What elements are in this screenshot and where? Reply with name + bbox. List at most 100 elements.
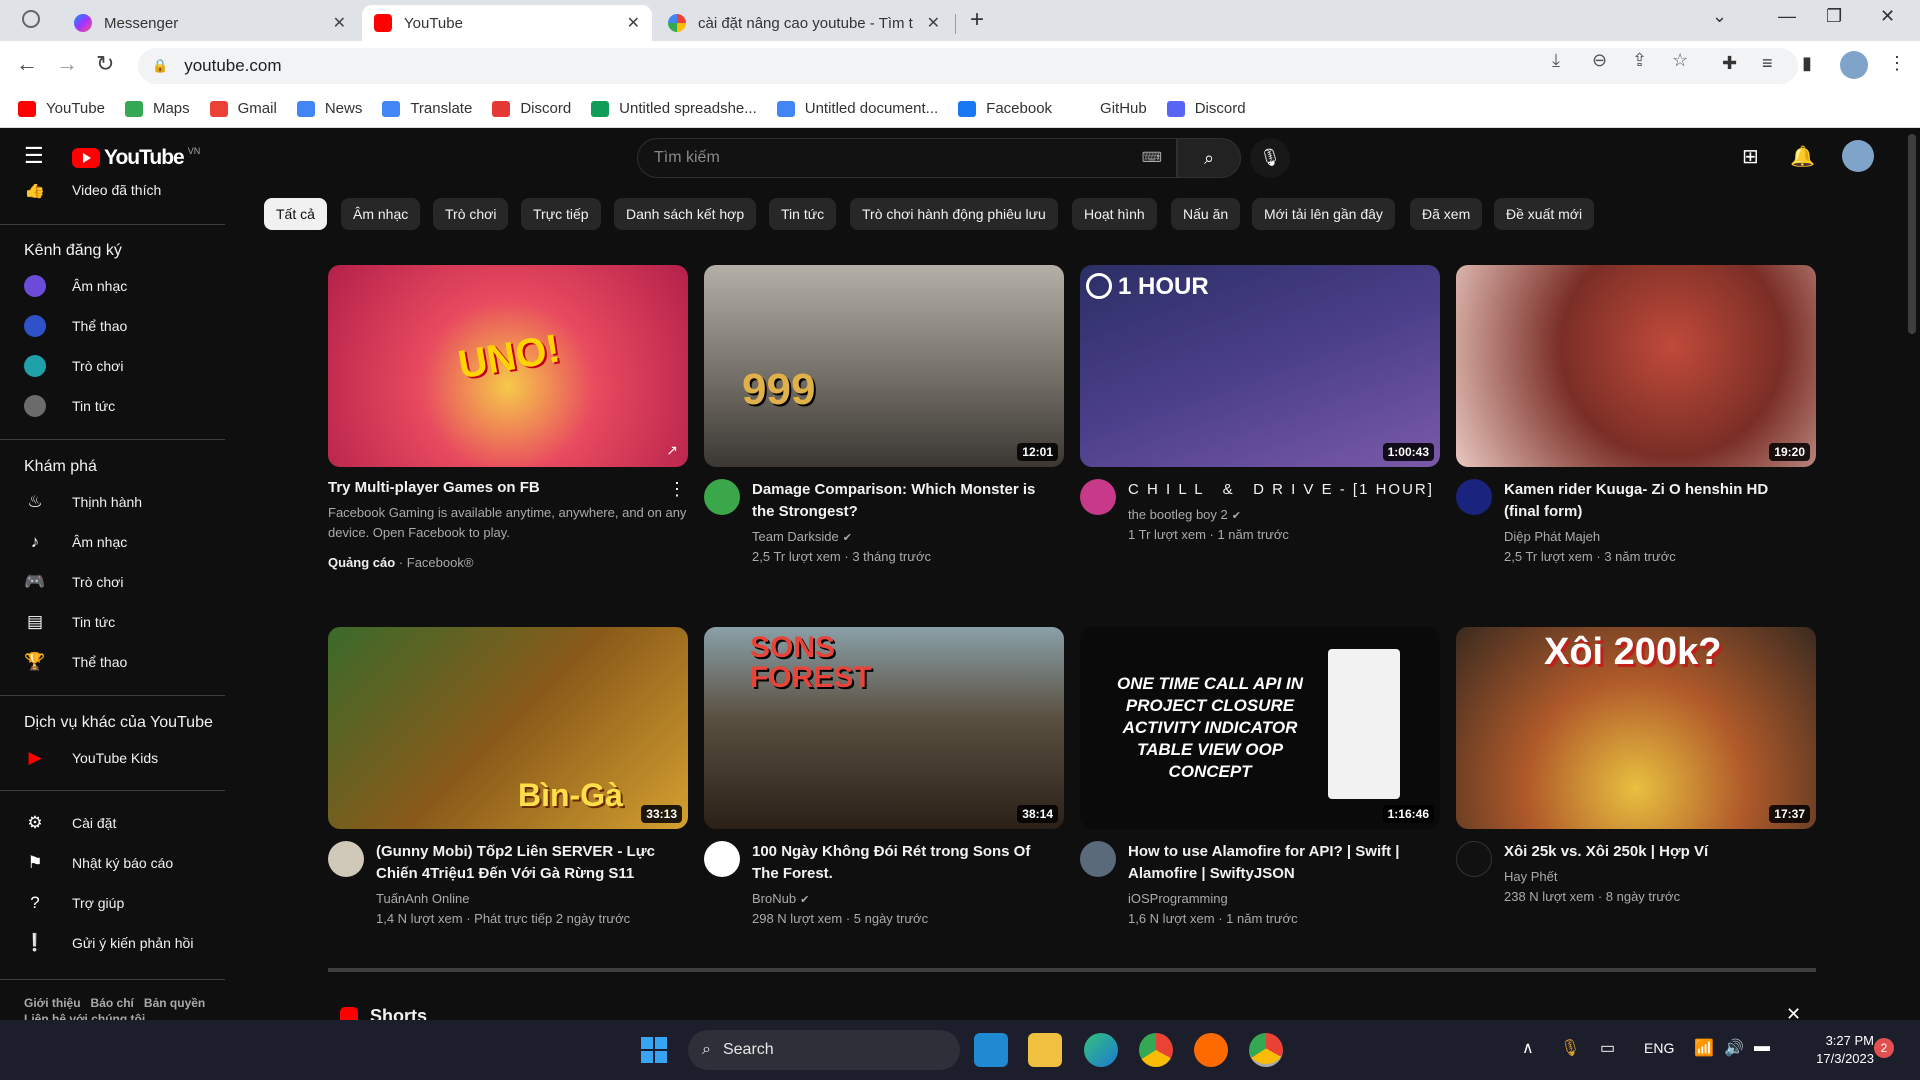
side-panel-icon[interactable]: ▮ — [1802, 53, 1812, 74]
video-thumbnail[interactable]: Xôi 200k? 17:37 — [1456, 627, 1816, 829]
tab-youtube[interactable]: YouTube ✕ — [362, 5, 652, 41]
channel-name[interactable]: the bootleg boy 2 ✔ — [1128, 507, 1241, 522]
chip-all[interactable]: Tất cả — [264, 198, 327, 230]
close-icon[interactable]: ✕ — [927, 13, 940, 33]
close-icon[interactable]: ✕ — [627, 13, 640, 33]
install-app-icon[interactable]: ⤓ — [1552, 50, 1560, 71]
back-icon[interactable]: ← — [16, 51, 38, 77]
bookmark-news[interactable]: News — [296, 100, 362, 117]
github-icon[interactable] — [22, 10, 40, 28]
footer-link-press[interactable]: Báo chí — [91, 996, 134, 1010]
notifications-bell-icon[interactable]: 🔔 — [1790, 144, 1815, 169]
notification-badge[interactable]: 2 — [1874, 1038, 1894, 1058]
channel-avatar[interactable] — [1080, 841, 1116, 877]
lock-icon[interactable]: 🔒 — [152, 58, 168, 74]
close-icon[interactable]: ✕ — [1786, 1004, 1801, 1020]
sidebar-item-sub-sports[interactable]: Thể thao — [0, 306, 225, 346]
chrome-profile-icon[interactable] — [1249, 1033, 1283, 1067]
search-input[interactable]: Tìm kiếm ⌨ — [637, 138, 1177, 178]
windows-start-icon[interactable] — [641, 1037, 667, 1063]
sidebar-item-liked-videos[interactable]: 👍 Video đã thích — [0, 184, 225, 210]
file-explorer-icon[interactable] — [1028, 1033, 1062, 1067]
create-video-icon[interactable]: ⊞ — [1742, 144, 1759, 169]
sidebar-item-report-history[interactable]: ⚑ Nhật ký báo cáo — [0, 843, 225, 883]
channel-name[interactable]: Diệp Phát Majeh — [1504, 529, 1600, 544]
sidebar-item-sports[interactable]: 🏆 Thể thao — [0, 642, 225, 682]
chip-music[interactable]: Âm nhạc — [341, 198, 421, 230]
video-title[interactable]: Xôi 25k vs. Xôi 250k | Hợp Ví — [1504, 841, 1804, 863]
channel-name[interactable]: Team Darkside ✔ — [752, 529, 852, 544]
profile-avatar[interactable] — [1840, 51, 1868, 79]
video-title[interactable]: C H I L L & D R I V E - [1 HOUR] — [1128, 479, 1432, 501]
taskbar-search[interactable]: ⌕ Search — [688, 1030, 960, 1070]
channel-avatar[interactable] — [1456, 841, 1492, 877]
system-clock[interactable]: 3:27 PM 17/3/2023 — [1796, 1032, 1874, 1068]
share-icon[interactable]: ⇪ — [1632, 50, 1647, 71]
advertiser-name[interactable]: Facebook® — [407, 555, 474, 570]
language-indicator[interactable]: ENG — [1644, 1040, 1674, 1056]
bookmark-youtube[interactable]: YouTube — [18, 100, 105, 117]
video-title[interactable]: Kamen rider Kuuga- Zi O henshin HD (fina… — [1504, 479, 1804, 523]
bookmark-translate[interactable]: Translate — [382, 100, 472, 117]
chip-news[interactable]: Tin tức — [769, 198, 837, 230]
address-bar[interactable]: 🔒 youtube.com — [138, 48, 1798, 84]
sidebar-item-settings[interactable]: ⚙ Cài đặt — [0, 803, 225, 843]
edge-icon[interactable] — [1084, 1033, 1118, 1067]
chip-recently-uploaded[interactable]: Mới tải lên gần đây — [1252, 198, 1395, 230]
video-thumbnail[interactable]: SONS FOREST 38:14 — [704, 627, 1064, 829]
channel-name[interactable]: iOSProgramming — [1128, 891, 1228, 906]
channel-avatar[interactable] — [328, 841, 364, 877]
bookmark-discord-2[interactable]: Discord — [1166, 100, 1246, 117]
chevron-up-icon[interactable]: ∧ — [1522, 1038, 1534, 1058]
vscode-icon[interactable] — [974, 1033, 1008, 1067]
hamburger-menu-icon[interactable]: ☰ — [24, 143, 44, 169]
sidebar-item-news[interactable]: ▤ Tin tức — [0, 602, 225, 642]
video-title[interactable]: How to use Alamofire for API? | Swift | … — [1128, 841, 1428, 885]
chip-gaming[interactable]: Trò chơi — [433, 198, 509, 230]
bookmark-github[interactable]: GitHub — [1072, 100, 1147, 117]
tab-google-search[interactable]: cài đặt nâng cao youtube - Tìm t ✕ — [656, 5, 952, 41]
video-thumbnail[interactable]: 19:20 — [1456, 265, 1816, 467]
voice-search-button[interactable]: 🎙 — [1250, 138, 1290, 178]
chip-new-to-you[interactable]: Đề xuất mới — [1494, 198, 1595, 230]
bookmark-maps[interactable]: Maps — [124, 100, 190, 117]
bookmark-spreadsheet[interactable]: Untitled spreadshe... — [591, 100, 757, 117]
extensions-icon[interactable]: ✚ — [1722, 53, 1737, 74]
chip-mixes[interactable]: Danh sách kết hợp — [614, 198, 757, 230]
more-options-icon[interactable]: ⋮ — [668, 479, 686, 500]
channel-avatar[interactable] — [1456, 479, 1492, 515]
channel-avatar[interactable] — [704, 841, 740, 877]
keyboard-icon[interactable]: ⌨ — [1142, 149, 1162, 166]
chip-action-adventure[interactable]: Trò chơi hành động phiêu lưu — [850, 198, 1058, 230]
tab-messenger[interactable]: Messenger ✕ — [62, 5, 358, 41]
battery-icon[interactable]: ▬ — [1754, 1038, 1770, 1056]
page-scrollbar[interactable] — [1908, 134, 1916, 334]
soundcloud-icon[interactable] — [1194, 1033, 1228, 1067]
sidebar-item-sub-gaming[interactable]: Trò chơi — [0, 346, 225, 386]
battery-saver-icon[interactable]: ▭ — [1600, 1038, 1615, 1058]
bookmark-gmail[interactable]: Gmail — [209, 100, 277, 117]
chip-watched[interactable]: Đã xem — [1410, 198, 1483, 230]
channel-avatar[interactable] — [704, 479, 740, 515]
video-thumbnail[interactable]: 999 12:01 — [704, 265, 1064, 467]
sidebar-item-sub-music[interactable]: Âm nhạc — [0, 266, 225, 306]
channel-name[interactable]: TuấnAnh Online — [376, 891, 469, 906]
microphone-icon[interactable]: 🎙 — [1560, 1038, 1580, 1058]
bookmark-discord[interactable]: Discord — [492, 100, 571, 117]
reload-icon[interactable]: ↻ — [96, 51, 114, 77]
video-title[interactable]: Damage Comparison: Which Monster is the … — [752, 479, 1052, 523]
video-title[interactable]: Try Multi-player Games on FB — [328, 479, 658, 496]
channel-name[interactable]: Hay Phết — [1504, 869, 1557, 884]
close-icon[interactable]: ✕ — [333, 13, 346, 33]
footer-link-copyright[interactable]: Bản quyền — [144, 996, 205, 1010]
zoom-icon[interactable]: ⊖ — [1592, 50, 1607, 71]
video-thumbnail[interactable]: ONE TIME CALL API IN PROJECT CLOSURE ACT… — [1080, 627, 1440, 829]
channel-avatar[interactable] — [1080, 479, 1116, 515]
bookmark-document[interactable]: Untitled document... — [776, 100, 938, 117]
new-tab-button[interactable]: + — [970, 6, 984, 34]
restore-icon[interactable]: ❐ — [1826, 6, 1842, 27]
video-title[interactable]: 100 Ngày Không Đói Rét trong Sons Of The… — [752, 841, 1052, 885]
bookmark-facebook[interactable]: Facebook — [958, 100, 1052, 117]
sidebar-item-help[interactable]: ? Trợ giúp — [0, 883, 225, 923]
volume-icon[interactable]: 🔊 — [1724, 1038, 1744, 1058]
